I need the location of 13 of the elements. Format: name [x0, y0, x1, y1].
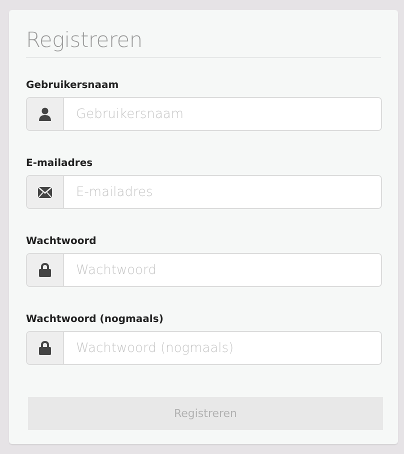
- input-field[interactable]: Wachtwoord (nogmaals): [26, 331, 382, 365]
- lock-icon: [39, 263, 51, 277]
- input-field[interactable]: Wachtwoord: [26, 253, 382, 287]
- field-label: Wachtwoord: [26, 236, 96, 247]
- field-label: Gebruikersnaam: [26, 80, 119, 91]
- input-field[interactable]: Gebruikersnaam: [26, 97, 382, 131]
- form-title: Registreren: [26, 28, 381, 58]
- field-label: E-mailadres: [26, 158, 93, 169]
- input-field[interactable]: E-mailadres: [26, 175, 382, 209]
- field-label: Wachtwoord (nogmaals): [26, 314, 164, 325]
- user-icon: [38, 107, 52, 121]
- envelope-icon: [38, 186, 52, 198]
- lock-icon: [39, 341, 51, 355]
